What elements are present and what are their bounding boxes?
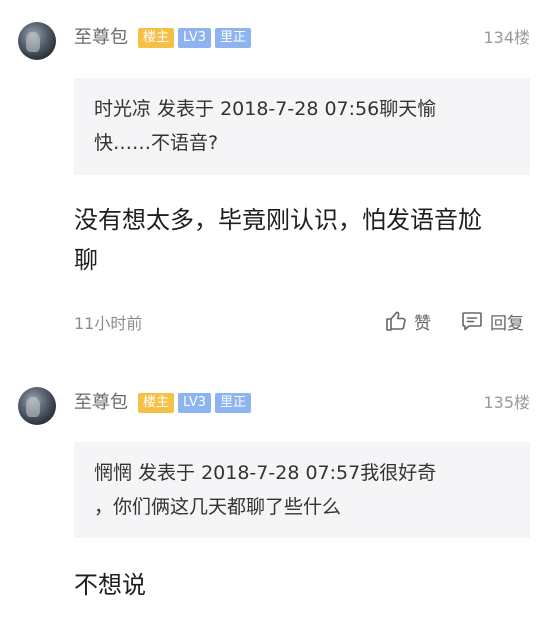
post-meta: 11小时前 赞 回复 [0,306,550,336]
user-badges: 楼主 LV3 里正 [138,28,252,48]
reply-button[interactable]: 回复 [460,306,524,336]
thumbs-up-icon [386,311,406,331]
floor-number: 134楼 [483,28,530,47]
reply-label: 回复 [490,313,524,334]
post-content: 不想说 [74,565,534,605]
content-line: 没有想太多，毕竟刚认识，怕发语音尬 [74,206,482,234]
owner-badge: 楼主 [138,393,175,413]
username[interactable]: 至尊包 [74,26,128,50]
comment-icon [462,312,482,331]
thread-page: 至尊包 楼主 LV3 里正 134楼 时光凉 发表于 2018-7-28 07:… [0,0,550,617]
quote-line: 快……不语音? [94,132,219,154]
quote-line: 时光凉 发表于 2018-7-28 07:56聊天愉 [94,98,437,120]
title-badge: 里正 [215,28,252,48]
content-line: 聊 [74,246,98,274]
avatar[interactable] [18,387,56,425]
like-label: 赞 [414,313,431,334]
level-badge: LV3 [178,393,211,413]
quote-line: 惘惘 发表于 2018-7-28 07:57我很好奇 [94,462,437,484]
like-button[interactable]: 赞 [384,306,431,336]
post-content: 没有想太多，毕竟刚认识，怕发语音尬 聊 [74,200,534,280]
avatar[interactable] [18,22,56,60]
floor-number: 135楼 [483,393,530,412]
user-badges: 楼主 LV3 里正 [138,393,252,413]
content-line: 不想说 [74,571,146,599]
level-badge: LV3 [178,28,211,48]
username[interactable]: 至尊包 [74,391,128,415]
quote-block: 时光凉 发表于 2018-7-28 07:56聊天愉 快……不语音? [74,78,530,175]
quote-line: ，你们俩这几天都聊了些什么 [94,496,342,518]
owner-badge: 楼主 [138,28,175,48]
post-time: 11小时前 [74,314,143,333]
quote-block: 惘惘 发表于 2018-7-28 07:57我很好奇 ，你们俩这几天都聊了些什么 [74,442,530,538]
title-badge: 里正 [215,393,252,413]
